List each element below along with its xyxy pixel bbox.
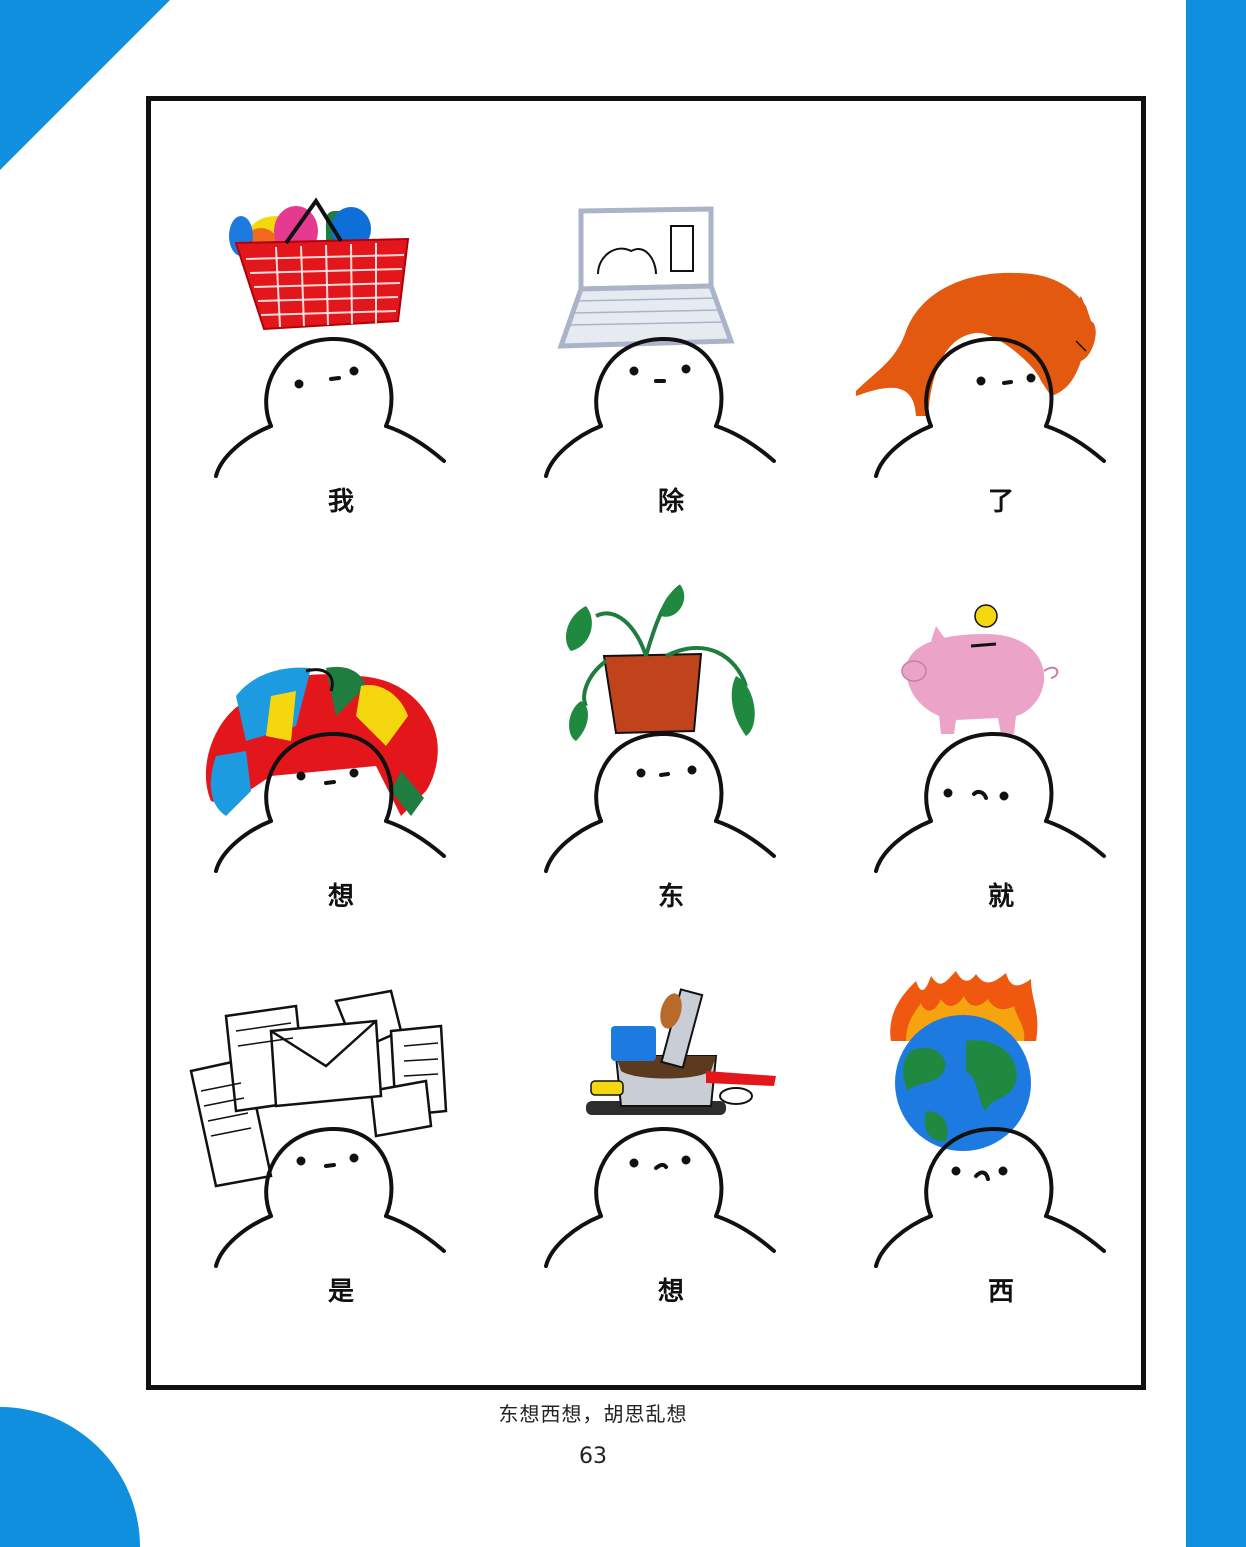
cell-character: 东 <box>657 882 684 912</box>
cell-7: 是 <box>176 971 506 1391</box>
cell-3: 了 <box>836 181 1166 601</box>
figure <box>214 336 446 478</box>
cat-icon <box>856 272 1096 416</box>
caption: 东想西想，胡思乱想 <box>498 1402 688 1426</box>
cell-character: 我 <box>327 487 354 517</box>
cell-8: 想 <box>506 971 836 1391</box>
laptop-icon <box>557 206 735 349</box>
figure <box>544 731 776 873</box>
figure <box>544 336 776 478</box>
figure <box>544 1126 776 1268</box>
cell-5: 东 <box>506 576 836 996</box>
corner-decoration <box>0 0 170 170</box>
cell-1: 我 <box>176 181 506 601</box>
cell-character: 想 <box>657 1277 684 1307</box>
cell-character: 就 <box>987 882 1014 912</box>
dishes-icon <box>586 988 776 1115</box>
cell-character: 是 <box>327 1277 354 1307</box>
basket-icon <box>229 197 410 331</box>
cell-9: 西 <box>836 971 1166 1391</box>
corner-decoration-bottom <box>0 1407 140 1547</box>
papers-icon <box>189 989 448 1188</box>
cell-4: 想 <box>176 576 506 996</box>
side-band <box>1186 0 1246 1547</box>
cell-character: 想 <box>327 882 354 912</box>
cell-character: 除 <box>657 487 684 517</box>
burning-earth-icon <box>890 971 1038 1151</box>
cell-character: 了 <box>987 487 1014 517</box>
figure <box>874 1126 1106 1268</box>
clothes-pile-icon <box>205 666 438 816</box>
cell-6: 就 <box>836 576 1166 996</box>
piggy-bank-icon <box>901 604 1059 734</box>
potted-plant-icon <box>566 584 755 741</box>
cell-2: 除 <box>506 181 836 601</box>
illustration-frame: 我 除 了 想 东 就 是 想 西 <box>146 96 1146 1390</box>
figure <box>874 731 1106 873</box>
page-number: 63 <box>579 1444 607 1469</box>
cell-character: 西 <box>987 1277 1014 1307</box>
